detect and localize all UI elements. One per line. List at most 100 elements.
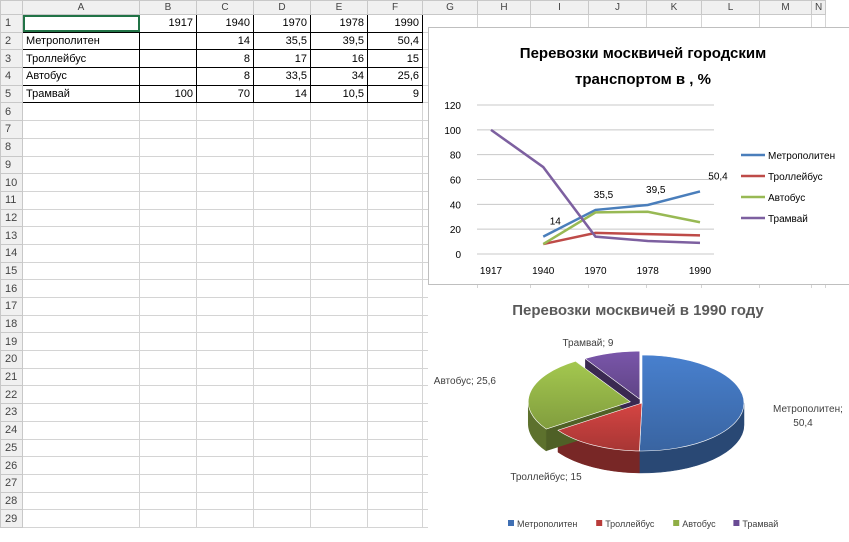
cell-c24[interactable] [196,420,254,440]
cell-c11[interactable] [196,190,254,210]
cell-a11[interactable] [22,190,140,210]
cell-e13[interactable] [310,226,368,245]
cell-d13[interactable] [253,226,311,245]
cell-f18[interactable] [367,314,423,334]
cell-f14[interactable] [367,243,423,263]
row-header-6[interactable]: 6 [0,102,23,122]
cell-e6[interactable] [310,102,368,122]
cell-b7[interactable] [139,120,197,139]
cell-e2[interactable]: 39,5 [310,31,368,51]
cell-d14[interactable] [253,243,311,263]
cell-a7[interactable] [22,120,140,139]
row-header-4[interactable]: 4 [0,67,23,86]
row-header-5[interactable]: 5 [0,84,23,104]
row-header-17[interactable]: 17 [0,297,23,316]
cell-d19[interactable] [253,332,311,352]
cell-b26[interactable] [139,456,197,475]
cell-f16[interactable] [367,279,423,298]
cell-c14[interactable] [196,243,254,263]
cell-e7[interactable] [310,120,368,139]
cell-c27[interactable] [196,473,254,493]
column-header-h[interactable]: H [477,0,531,15]
cell-c7[interactable] [196,120,254,139]
column-header-n[interactable]: N [810,0,827,15]
cell-c21[interactable] [196,367,254,387]
cell-c4[interactable]: 8 [196,67,254,86]
row-header-23[interactable]: 23 [0,403,23,422]
cell-c22[interactable] [196,385,254,405]
column-header-a[interactable]: A [22,0,140,15]
row-header-13[interactable]: 13 [0,226,23,245]
cell-a4[interactable]: Автобус [22,67,140,86]
cell-e3[interactable]: 16 [310,49,368,69]
row-header-3[interactable]: 3 [0,49,23,69]
cell-d29[interactable] [253,509,311,528]
row-header-2[interactable]: 2 [0,31,23,51]
cell-b22[interactable] [139,385,197,405]
column-header-e[interactable]: E [310,0,368,15]
row-header-22[interactable]: 22 [0,385,23,405]
cell-b24[interactable] [139,420,197,440]
cell-e29[interactable] [310,509,368,528]
cell-f24[interactable] [367,420,423,440]
cell-b20[interactable] [139,350,197,369]
row-header-9[interactable]: 9 [0,155,23,175]
cell-a27[interactable] [22,473,140,493]
cell-a28[interactable] [22,491,140,511]
cell-a8[interactable] [22,137,140,157]
cell-c15[interactable] [196,261,254,281]
cell-a19[interactable] [22,332,140,352]
row-header-28[interactable]: 28 [0,491,23,511]
row-header-1[interactable]: 1 [0,14,23,33]
cell-a9[interactable] [22,155,140,175]
cell-f26[interactable] [367,456,423,475]
cell-c19[interactable] [196,332,254,352]
cell-b9[interactable] [139,155,197,175]
cell-e23[interactable] [310,403,368,422]
cell-b10[interactable] [139,173,197,192]
cell-b18[interactable] [139,314,197,334]
cell-e4[interactable]: 34 [310,67,368,86]
cell-f15[interactable] [367,261,423,281]
cell-b3[interactable] [139,49,197,69]
cell-d23[interactable] [253,403,311,422]
cell-c23[interactable] [196,403,254,422]
column-header-m[interactable]: M [759,0,812,15]
cell-d25[interactable] [253,438,311,458]
cell-d10[interactable] [253,173,311,192]
cell-d12[interactable] [253,208,311,228]
cell-c16[interactable] [196,279,254,298]
row-header-26[interactable]: 26 [0,456,23,475]
cell-f19[interactable] [367,332,423,352]
cell-c18[interactable] [196,314,254,334]
select-all-corner[interactable] [0,0,23,15]
column-header-g[interactable]: G [422,0,478,15]
cell-f28[interactable] [367,491,423,511]
cell-a2[interactable]: Метрополитен [22,31,140,51]
cell-c20[interactable] [196,350,254,369]
cell-d27[interactable] [253,473,311,493]
column-header-b[interactable]: B [139,0,197,15]
cell-f7[interactable] [367,120,423,139]
cell-c17[interactable] [196,297,254,316]
cell-e21[interactable] [310,367,368,387]
row-header-12[interactable]: 12 [0,208,23,228]
cell-a6[interactable] [22,102,140,122]
cell-a13[interactable] [22,226,140,245]
cell-c26[interactable] [196,456,254,475]
cell-f22[interactable] [367,385,423,405]
cell-f3[interactable]: 15 [367,49,423,69]
line-chart[interactable]: Перевозки москвичей городским транспортом… [428,27,849,285]
column-header-c[interactable]: C [196,0,254,15]
cell-a5[interactable]: Трамвай [22,84,140,104]
cell-f6[interactable] [367,102,423,122]
cell-e16[interactable] [310,279,368,298]
cell-c13[interactable] [196,226,254,245]
cell-f11[interactable] [367,190,423,210]
cell-b8[interactable] [139,137,197,157]
row-header-7[interactable]: 7 [0,120,23,139]
cell-f1[interactable]: 1990 [367,14,423,33]
cell-a22[interactable] [22,385,140,405]
cell-f8[interactable] [367,137,423,157]
row-header-16[interactable]: 16 [0,279,23,298]
